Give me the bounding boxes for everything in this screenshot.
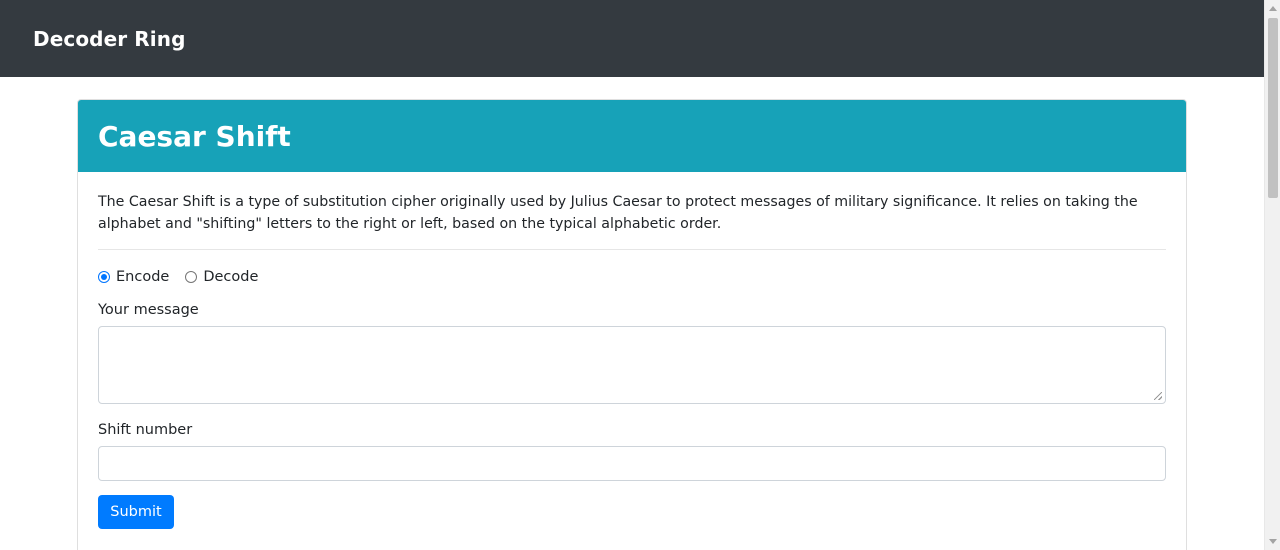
resize-grip-icon[interactable]	[1154, 392, 1162, 400]
decode-radio-label: Decode	[203, 269, 259, 285]
page-scrollbar[interactable]	[1264, 0, 1280, 550]
navbar-brand[interactable]: Decoder Ring	[33, 27, 185, 51]
navbar: Decoder Ring	[0, 0, 1264, 77]
shift-number-input[interactable]	[98, 446, 1166, 481]
cipher-description: The Caesar Shift is a type of substituti…	[98, 194, 1138, 232]
card-title: Caesar Shift	[98, 119, 291, 153]
caesar-shift-card: Caesar Shift The Caesar Shift is a type …	[77, 99, 1187, 550]
message-textarea[interactable]	[98, 326, 1166, 404]
decode-radio[interactable]: Decode	[185, 269, 258, 285]
card-header: Caesar Shift	[78, 100, 1186, 172]
card-body: The Caesar Shift is a type of substituti…	[78, 172, 1186, 529]
shift-label: Shift number	[98, 422, 193, 438]
mode-radio-group: Encode Decode	[98, 266, 1166, 288]
encode-radio-label: Encode	[116, 269, 170, 285]
submit-button[interactable]: Submit	[98, 495, 174, 529]
decode-radio-button[interactable]	[185, 271, 198, 283]
encode-radio-button[interactable]	[98, 271, 110, 283]
scroll-thumb[interactable]	[1268, 18, 1278, 198]
scroll-down-icon[interactable]	[1269, 539, 1277, 544]
message-label: Your message	[98, 302, 199, 318]
divider	[98, 249, 1166, 250]
encode-radio[interactable]: Encode	[98, 269, 169, 285]
scroll-up-icon[interactable]	[1269, 6, 1277, 11]
